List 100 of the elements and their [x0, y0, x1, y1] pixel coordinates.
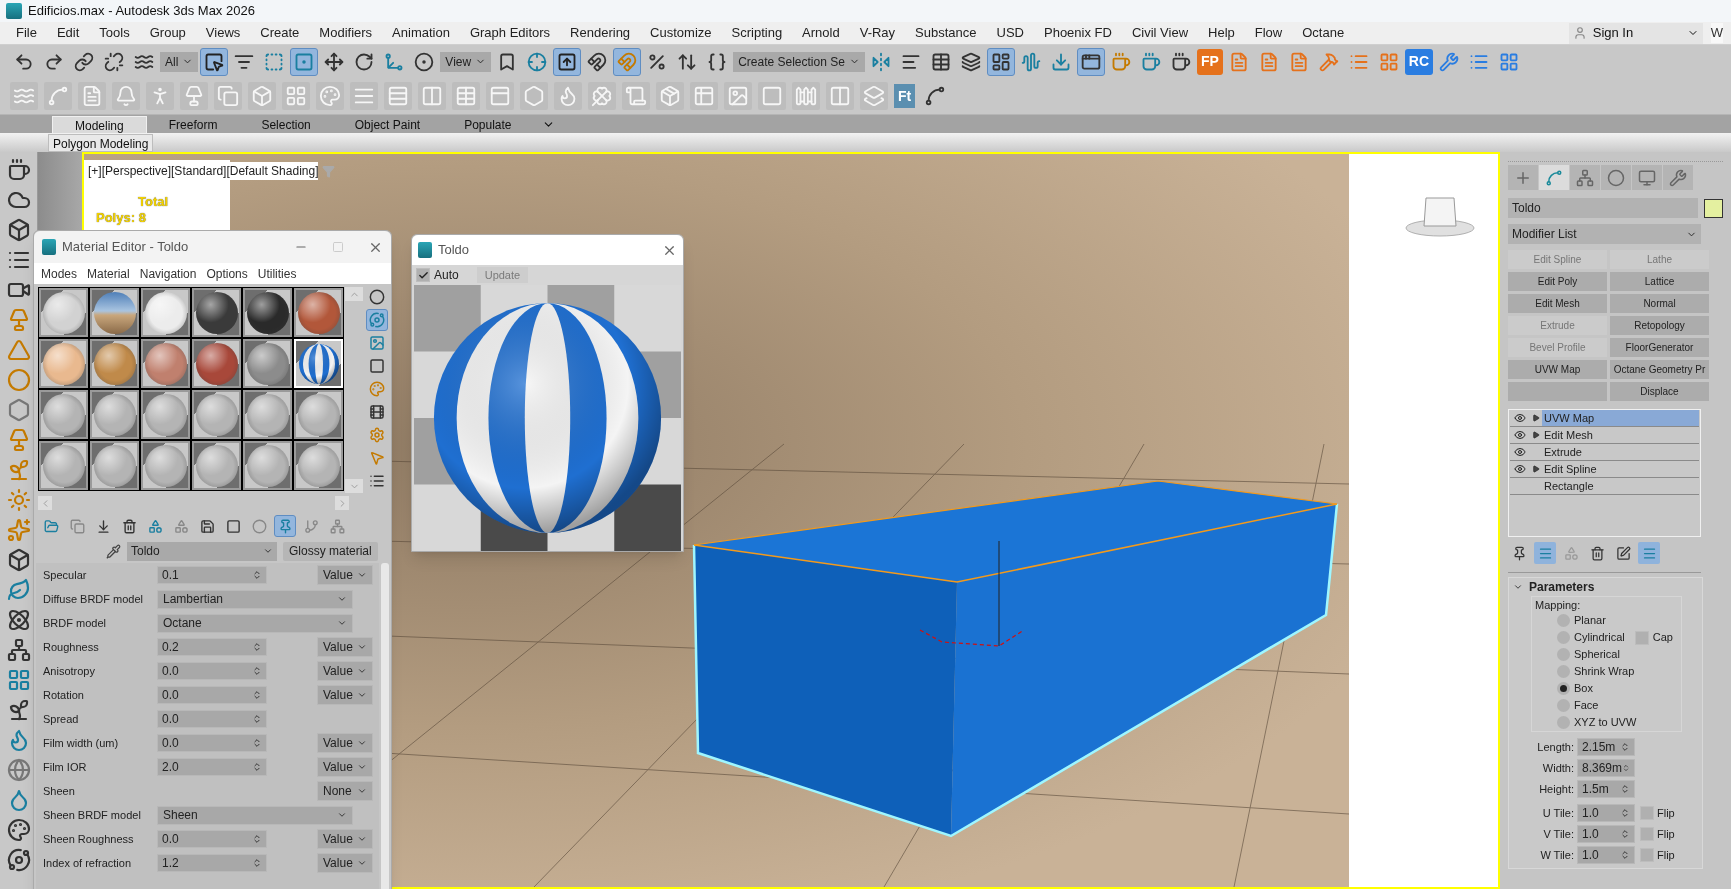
menu-item[interactable]: Substance: [905, 23, 987, 43]
value-spinner[interactable]: 0.0: [157, 662, 267, 680]
parameter-label: Rotation: [43, 687, 85, 703]
modifier-button[interactable]: UVW Map: [1508, 360, 1607, 379]
value-spinner[interactable]: 1.2: [157, 854, 267, 872]
stack-item[interactable]: Edit Spline: [1510, 461, 1699, 478]
sign-in-button[interactable]: Sign In: [1568, 22, 1703, 44]
menu-item[interactable]: Graph Editors: [459, 23, 561, 43]
ribbon-tab[interactable]: Populate: [442, 116, 534, 133]
parameter-label: Sheen BRDF model: [43, 807, 142, 823]
object-name-field[interactable]: Toldo: [1508, 198, 1698, 218]
menu-item[interactable]: Civil View: [1121, 23, 1198, 43]
value-spinner[interactable]: 2.0: [157, 758, 267, 776]
model-dropdown[interactable]: Sheen: [157, 805, 353, 825]
plugin-badge-button[interactable]: RC: [1404, 48, 1433, 75]
radio-label: Shrink Wrap: [1574, 664, 1635, 680]
stack-item[interactable]: Rectangle: [1510, 478, 1699, 495]
modifier-button[interactable]: Octane Geometry Pr: [1610, 360, 1709, 379]
modifier-button[interactable]: Retopology: [1610, 316, 1709, 335]
menu-item[interactable]: Modifiers: [309, 23, 383, 43]
ribbon-tab[interactable]: Object Paint: [332, 116, 443, 133]
parameter-label: Film IOR: [43, 759, 88, 775]
rollout-header[interactable]: Parameters: [1509, 578, 1702, 596]
mode-dropdown[interactable]: Value: [317, 661, 373, 681]
menu-item[interactable]: Phoenix FD: [1034, 23, 1122, 43]
toolbar-dropdown[interactable]: View: [440, 51, 492, 72]
parameter-label: Sheen Roughness: [43, 831, 135, 847]
menu-item[interactable]: Views: [195, 23, 251, 43]
modifier-button[interactable]: Edit Poly: [1508, 272, 1607, 291]
window-title: Edificios.max - Autodesk 3ds Max 2026: [28, 2, 255, 21]
parameter-label: Diffuse BRDF model: [43, 591, 145, 607]
mode-dropdown[interactable]: None: [317, 781, 373, 801]
viewport-label[interactable]: [+][Perspective][Standard][Default Shading]: [88, 162, 319, 180]
mode-dropdown[interactable]: Value: [317, 853, 373, 873]
mode-dropdown[interactable]: Value: [317, 757, 373, 777]
modifier-button[interactable]: Edit Mesh: [1508, 294, 1607, 313]
modifier-button[interactable]: Displace: [1610, 382, 1709, 401]
value-spinner[interactable]: 1.0: [1577, 804, 1635, 822]
menu-item[interactable]: Modes: [36, 264, 83, 283]
menu-item[interactable]: Rendering: [560, 23, 641, 43]
ribbon-tab[interactable]: Selection: [239, 116, 333, 133]
value-spinner[interactable]: 1.5m: [1577, 780, 1635, 798]
menu-item[interactable]: Edit: [46, 23, 90, 43]
menu-item[interactable]: Tools: [89, 23, 140, 43]
modifier-button[interactable]: Normal: [1610, 294, 1709, 313]
parameter-label: Spread: [43, 711, 80, 727]
value-spinner[interactable]: 0.0: [157, 686, 267, 704]
modifier-list-dropdown[interactable]: Modifier List: [1508, 224, 1701, 244]
field-label: V Tile:: [1542, 826, 1575, 842]
stack-item[interactable]: Extrude: [1510, 444, 1699, 461]
value-spinner[interactable]: 0.0: [157, 710, 267, 728]
menu-item[interactable]: Arnold: [792, 23, 850, 43]
modifier-button[interactable]: FloorGenerator: [1610, 338, 1709, 357]
value-spinner[interactable]: 1.0: [1577, 825, 1635, 843]
menu-item[interactable]: USD: [986, 23, 1034, 43]
mode-dropdown[interactable]: Value: [317, 829, 373, 849]
menu-item[interactable]: Scripting: [721, 23, 793, 43]
value-spinner[interactable]: 0.2: [157, 638, 267, 656]
stats-polys: Polys: 8: [96, 210, 146, 226]
toolbar-dropdown[interactable]: Create Selection Se: [733, 51, 865, 72]
material-name-dropdown[interactable]: Toldo: [127, 541, 277, 561]
mode-dropdown[interactable]: Value: [317, 565, 373, 585]
ribbon-tab[interactable]: Modeling: [52, 116, 147, 133]
checkbox-label: Flip: [1657, 805, 1675, 821]
value-spinner[interactable]: 8.369m: [1577, 759, 1635, 777]
menu-item[interactable]: Create: [250, 23, 310, 43]
menu-item[interactable]: Navigation: [134, 264, 202, 283]
model-dropdown[interactable]: Octane: [157, 613, 353, 633]
menu-item[interactable]: Flow: [1244, 23, 1293, 43]
stack-item[interactable]: Edit Mesh: [1510, 427, 1699, 444]
ribbon-panel-tab[interactable]: Polygon Modeling: [48, 134, 154, 152]
menu-item[interactable]: V-Ray: [849, 23, 906, 43]
ribbon-tab[interactable]: Freeform: [146, 116, 240, 133]
menu-item[interactable]: Options: [201, 264, 253, 283]
plugin-badge-button[interactable]: Ft: [894, 84, 916, 108]
menu-item[interactable]: Material: [82, 264, 135, 283]
value-spinner[interactable]: 0.0: [157, 734, 267, 752]
mode-dropdown[interactable]: Value: [317, 733, 373, 753]
parameter-label: Index of refraction: [43, 855, 133, 871]
workspace-dropdown[interactable]: W: [1710, 23, 1723, 43]
menu-item[interactable]: Help: [1198, 23, 1245, 43]
mode-dropdown[interactable]: Value: [317, 637, 373, 657]
menu-item[interactable]: Animation: [382, 23, 460, 43]
value-spinner[interactable]: 1.0: [1577, 846, 1635, 864]
menu-item[interactable]: Customize: [640, 23, 722, 43]
material-type-button[interactable]: Glossy material: [283, 541, 378, 561]
menu-item[interactable]: Utilities: [252, 264, 302, 283]
value-spinner[interactable]: 0.1: [157, 566, 267, 584]
model-dropdown[interactable]: Lambertian: [157, 589, 353, 609]
toolbar-dropdown[interactable]: All: [160, 51, 199, 72]
value-spinner[interactable]: 2.15m: [1577, 738, 1635, 756]
mode-dropdown[interactable]: Value: [317, 685, 373, 705]
radio-label: Box: [1574, 681, 1593, 697]
menu-item[interactable]: Group: [139, 23, 196, 43]
radio-label: Face: [1574, 698, 1599, 714]
menu-item[interactable]: File: [6, 23, 47, 43]
checkbox-label: Flip: [1657, 847, 1675, 863]
modifier-button[interactable]: Lattice: [1610, 272, 1709, 291]
menu-item[interactable]: Octane: [1292, 23, 1355, 43]
value-spinner[interactable]: 0.0: [157, 830, 267, 848]
